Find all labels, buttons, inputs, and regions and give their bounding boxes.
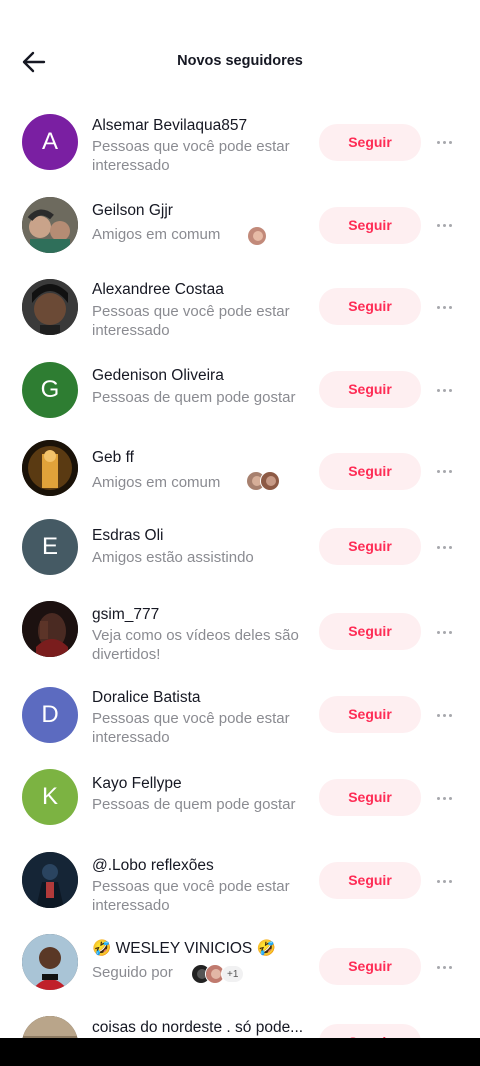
suggestion-reason: Pessoas de quem pode gostar [92, 389, 296, 406]
mutual-avatar [247, 226, 267, 246]
user-name[interactable]: Geilson Gjjr [92, 202, 173, 220]
follow-button[interactable]: Seguir [319, 528, 421, 565]
suggestion-reason: Pessoas que você pode estar interessado [92, 878, 290, 914]
more-options-icon[interactable] [434, 622, 454, 642]
avatar[interactable]: K [22, 769, 78, 825]
follow-button[interactable]: Seguir [319, 453, 421, 490]
header: Novos seguidores [0, 0, 480, 124]
list-item[interactable]: Alexandree Costaa Pessoas que você pode … [0, 276, 480, 354]
mutual-friends-avatars: +1 [191, 964, 245, 984]
avatar[interactable] [22, 601, 78, 657]
list-item[interactable]: gsim_777 Veja como os vídeos deles são d… [0, 598, 480, 676]
suggestion-reason: Pessoas que você pode estar interessado [92, 710, 290, 746]
list-item[interactable]: A Alsemar Bevilaqua857 Pessoas que você … [0, 110, 480, 188]
follow-button[interactable]: Seguir [319, 613, 421, 650]
user-name[interactable]: coisas do nordeste . só pode... [92, 1019, 303, 1037]
more-options-icon[interactable] [434, 132, 454, 152]
suggestion-reason: Veja como os vídeos deles são divertidos… [92, 627, 299, 663]
user-name[interactable]: gsim_777 [92, 606, 159, 624]
user-name[interactable]: Esdras Oli [92, 527, 164, 545]
avatar[interactable] [22, 852, 78, 908]
follow-button[interactable]: Seguir [319, 371, 421, 408]
mutual-friends-avatars [246, 471, 280, 491]
suggestion-reason: Amigos em comum [92, 474, 221, 491]
user-name[interactable]: @.Lobo reflexões [92, 857, 214, 875]
follow-button[interactable]: Seguir [319, 948, 421, 985]
avatar[interactable] [22, 934, 78, 990]
list-item[interactable]: Geb ff Amigos em comum Seguir [0, 438, 480, 516]
list-item[interactable]: D Doralice Batista Pessoas que você pode… [0, 684, 480, 762]
avatar[interactable] [22, 279, 78, 335]
list-item[interactable]: @.Lobo reflexões Pessoas que você pode e… [0, 850, 480, 928]
list-item[interactable]: E Esdras Oli Amigos estão assistindo Seg… [0, 516, 480, 594]
user-name[interactable]: Alsemar Bevilaqua857 [92, 117, 247, 135]
follow-button[interactable]: Seguir [319, 779, 421, 816]
mutual-friends-avatars [247, 226, 267, 246]
mutual-avatar [260, 471, 280, 491]
list-item[interactable]: 🤣 WESLEY VINICIOS 🤣 Seguido por +1 Segui… [0, 932, 480, 1010]
avatar[interactable]: D [22, 687, 78, 743]
suggestion-reason: Amigos em comum [92, 226, 221, 243]
user-name[interactable]: Gedenison Oliveira [92, 367, 224, 385]
user-name[interactable]: 🤣 WESLEY VINICIOS 🤣 [92, 939, 276, 958]
suggestion-reason: Pessoas que você pode estar interessado [92, 303, 290, 339]
more-options-icon[interactable] [434, 297, 454, 317]
follow-button[interactable]: Seguir [319, 207, 421, 244]
list-item[interactable]: K Kayo Fellype Pessoas de quem pode gost… [0, 766, 480, 844]
user-name[interactable]: Geb ff [92, 449, 134, 467]
avatar[interactable]: E [22, 519, 78, 575]
avatar[interactable]: A [22, 114, 78, 170]
user-name[interactable]: Alexandree Costaa [92, 281, 224, 299]
user-name[interactable]: Doralice Batista [92, 689, 201, 707]
more-options-icon[interactable] [434, 537, 454, 557]
avatar[interactable] [22, 440, 78, 496]
more-options-icon[interactable] [434, 461, 454, 481]
list-item[interactable]: G Gedenison Oliveira Pessoas de quem pod… [0, 358, 480, 436]
follow-button[interactable]: Seguir [319, 288, 421, 325]
more-options-icon[interactable] [434, 215, 454, 235]
more-options-icon[interactable] [434, 871, 454, 891]
suggestion-reason: Pessoas que você pode estar interessado [92, 138, 290, 174]
system-navigation-bar [0, 1038, 480, 1066]
more-options-icon[interactable] [434, 788, 454, 808]
suggestion-reason: Amigos estão assistindo [92, 549, 254, 566]
avatar[interactable]: G [22, 362, 78, 418]
suggestion-reason: Pessoas de quem pode gostar [92, 796, 296, 813]
follow-button[interactable]: Seguir [319, 862, 421, 899]
more-options-icon[interactable] [434, 705, 454, 725]
page-title: Novos seguidores [177, 53, 303, 69]
avatar[interactable] [22, 197, 78, 253]
follow-button[interactable]: Seguir [319, 696, 421, 733]
follow-button[interactable]: Seguir [319, 124, 421, 161]
more-options-icon[interactable] [434, 957, 454, 977]
more-options-icon[interactable] [434, 380, 454, 400]
user-name[interactable]: Kayo Fellype [92, 775, 182, 793]
more-mutuals-count: +1 [221, 965, 245, 983]
list-item[interactable]: Geilson Gjjr Amigos em comum Seguir [0, 194, 480, 272]
